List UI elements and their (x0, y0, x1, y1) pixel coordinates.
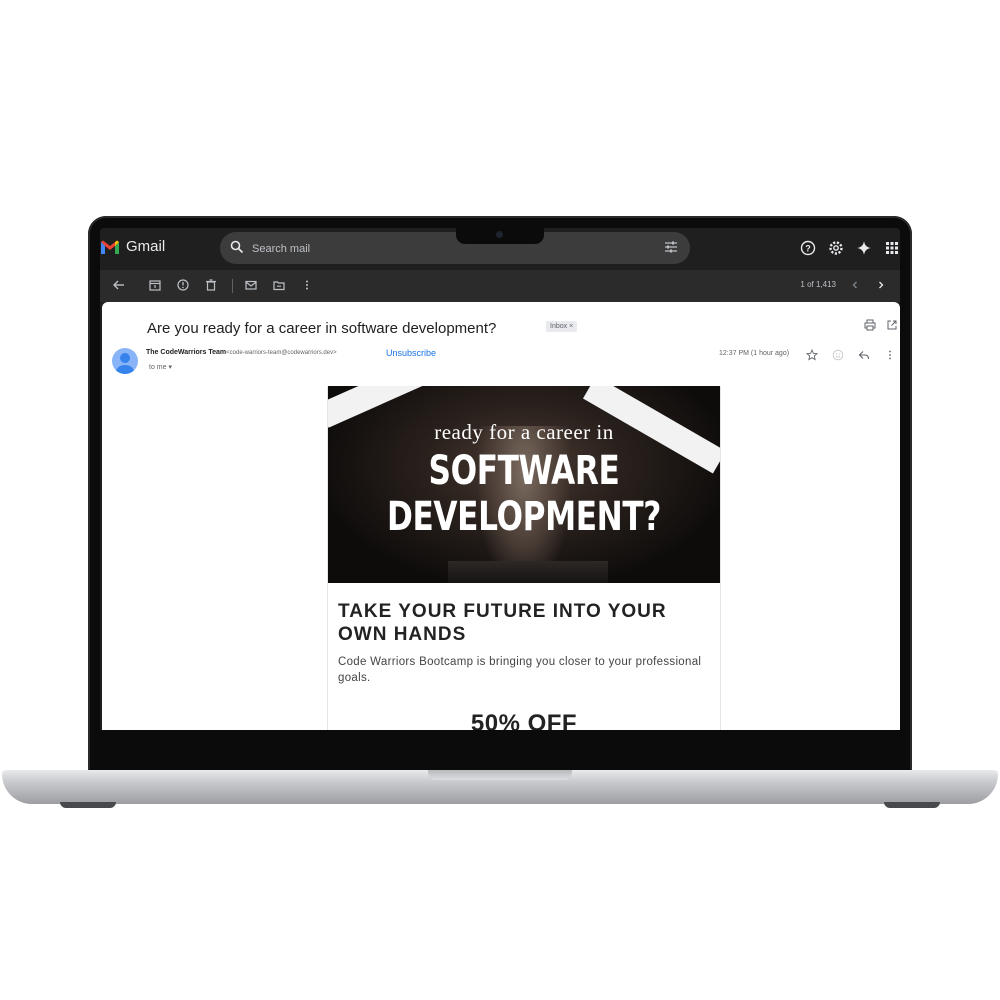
message-toolbar: 1 of 1,413 (100, 270, 900, 302)
gmail-logo[interactable]: Gmail (100, 238, 165, 255)
sender-email: <code-warriors-team@codewarriors.dev> (226, 350, 337, 356)
star-icon[interactable] (805, 348, 819, 361)
reply-icon[interactable] (858, 348, 870, 360)
report-spam-icon[interactable] (176, 278, 192, 294)
inbox-label-text: Inbox (550, 323, 568, 330)
more-vert-icon[interactable] (884, 348, 896, 360)
inbox-label-chip[interactable]: Inbox × (546, 321, 578, 332)
caret-down-icon: ▾ (168, 364, 172, 371)
open-new-window-icon[interactable] (886, 318, 898, 330)
laptop-foot-left (60, 802, 116, 808)
prev-icon[interactable] (848, 278, 864, 294)
screen-bottom-bezel (100, 730, 900, 770)
sender-name[interactable]: The CodeWarriors Team (146, 349, 226, 356)
hero-desk-shape (448, 561, 608, 583)
search-input[interactable] (250, 239, 634, 259)
unsubscribe-link[interactable]: Unsubscribe (386, 348, 436, 358)
print-icon[interactable] (864, 318, 876, 331)
next-icon[interactable] (874, 278, 890, 294)
help-icon[interactable]: ? (800, 240, 816, 256)
svg-text:?: ? (805, 244, 811, 254)
remove-label-icon[interactable]: × (569, 323, 573, 330)
lid-opening-groove (428, 770, 572, 780)
page-count: 1 of 1,413 (800, 280, 836, 289)
archive-icon[interactable] (148, 278, 164, 294)
delete-icon[interactable] (204, 278, 220, 294)
mark-unread-icon[interactable] (244, 278, 260, 294)
hero-title-line-1: SOFTWARE (428, 448, 620, 494)
hero-banner[interactable]: ready for a career in SOFTWARE DEVELOPME… (328, 386, 720, 583)
emoji-icon[interactable] (832, 348, 844, 361)
subject-actions (864, 318, 898, 331)
gmail-wordmark: Gmail (126, 238, 166, 255)
gemini-icon[interactable] (856, 240, 872, 256)
laptop-foot-right (884, 802, 940, 808)
header-actions: ? (800, 240, 900, 256)
back-arrow-icon[interactable] (112, 278, 128, 294)
message-actions (805, 348, 896, 361)
settings-icon[interactable] (828, 240, 844, 256)
recipient-label: to me (149, 364, 167, 371)
discount-offer: 50% OFF (470, 710, 578, 730)
hero-title: SOFTWARE DEVELOPMENT? (371, 448, 677, 540)
move-to-icon[interactable] (272, 278, 288, 294)
gmail-m-icon (101, 240, 119, 254)
search-bar[interactable] (220, 232, 690, 264)
default-avatar-icon (116, 353, 134, 374)
email-subject: Are you ready for a career in software d… (147, 320, 497, 337)
screen: Gmail ? (100, 228, 900, 730)
email-body-card: ready for a career in SOFTWARE DEVELOPME… (327, 386, 721, 730)
email-headline: TAKE YOUR FUTURE INTO YOUR OWN HANDS (338, 601, 667, 645)
search-icon[interactable] (230, 240, 244, 254)
sender-avatar[interactable] (112, 348, 138, 374)
email-subtext: Code Warriors Bootcamp is bringing you c… (338, 656, 702, 684)
hero-title-line-2: DEVELOPMENT? (386, 494, 661, 540)
apps-grid-icon[interactable] (884, 240, 900, 256)
hero-tagline: ready for a career in (434, 420, 614, 444)
toolbar-divider (232, 279, 233, 293)
camera-icon (496, 231, 503, 238)
search-options-icon[interactable] (664, 240, 678, 254)
message-pane: Are you ready for a career in software d… (102, 302, 900, 730)
sender-line: The CodeWarriors Team<code-warriors-team… (146, 349, 337, 356)
message-timestamp: 12:37 PM (1 hour ago) (719, 350, 790, 357)
more-vert-icon[interactable] (300, 278, 316, 294)
camera-notch (456, 226, 544, 244)
recipient-dropdown[interactable]: to me ▾ (149, 363, 172, 371)
